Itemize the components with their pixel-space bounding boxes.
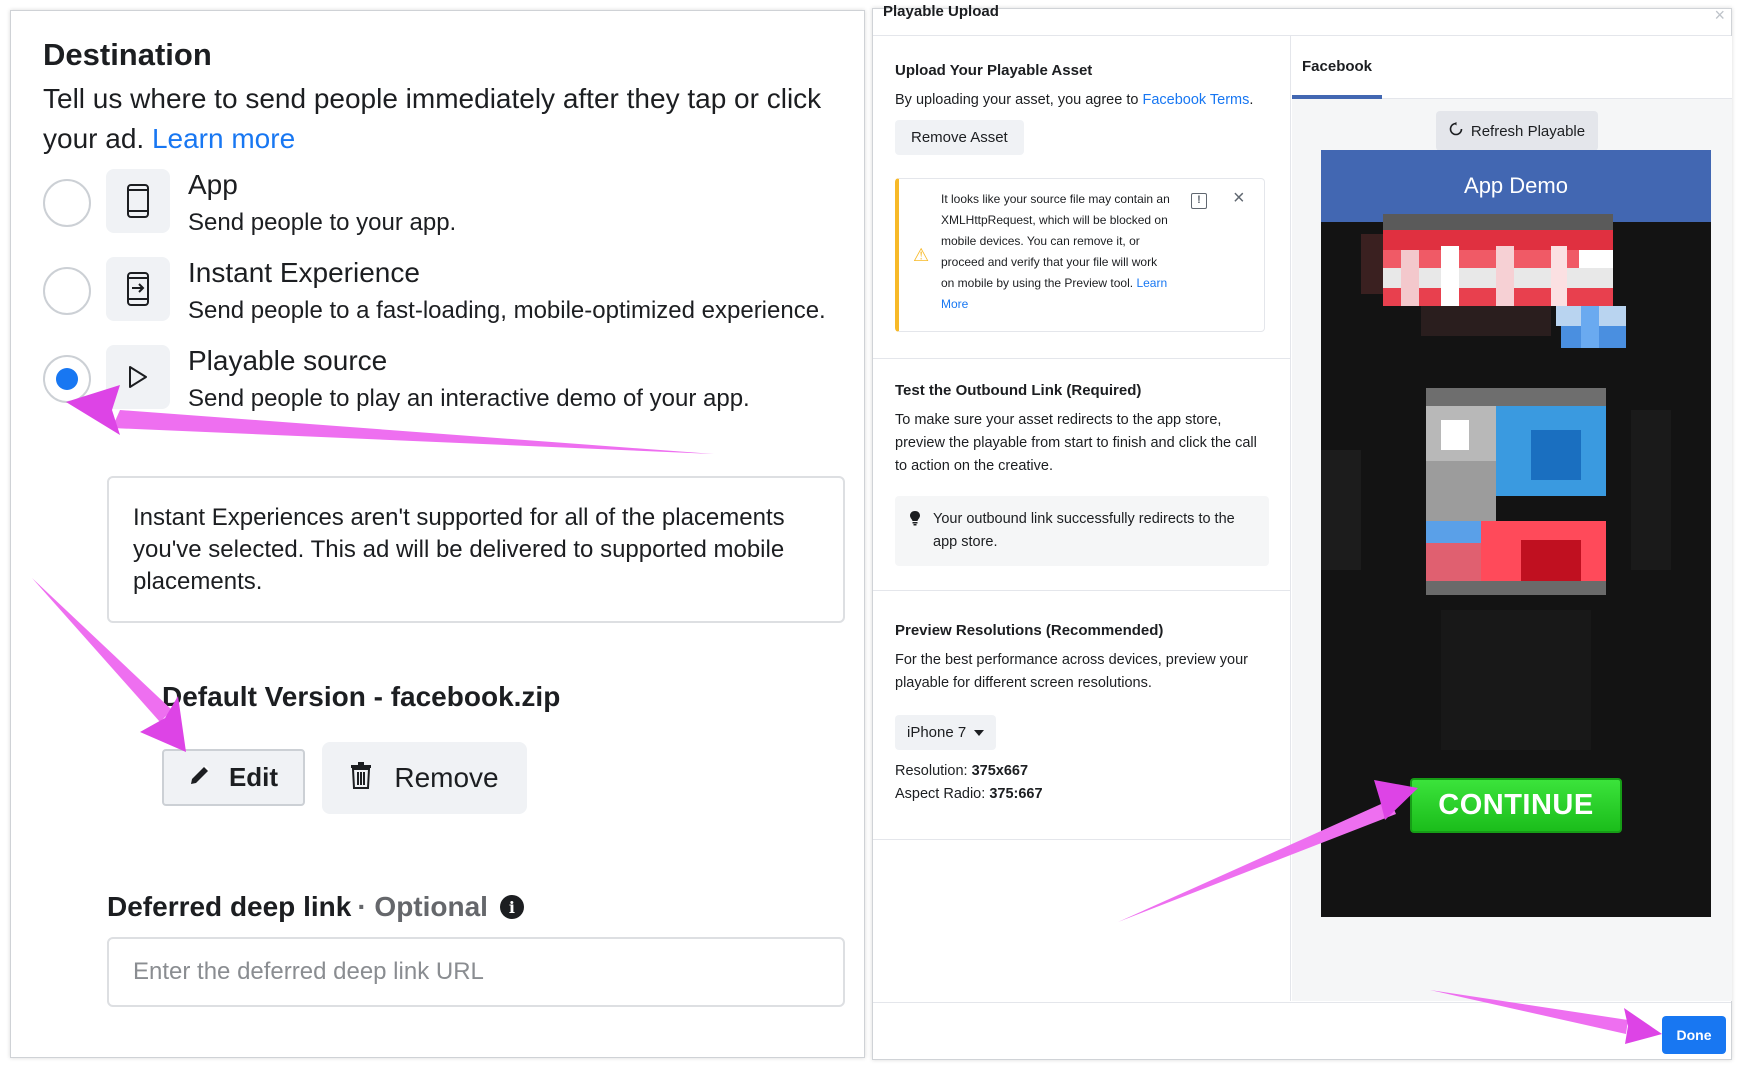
lightbulb-icon (909, 510, 921, 533)
remove-label: Remove (394, 762, 499, 793)
aspect-line: Aspect Radio: 375:667 (895, 783, 1269, 806)
deep-link-label: Deferred deep link (107, 891, 352, 922)
upload-terms-suffix: . (1249, 92, 1254, 108)
caret-down-icon (974, 729, 985, 736)
upload-section: Upload Your Playable Asset By uploading … (895, 62, 1269, 155)
option-subtitle: Send people to play an interactive demo … (188, 385, 750, 412)
pencil-icon (189, 762, 211, 793)
close-icon[interactable]: × (1714, 5, 1725, 26)
facebook-terms-link[interactable]: Facebook Terms (1142, 92, 1249, 108)
default-version-title: Default Version - facebook.zip (162, 681, 561, 712)
continue-button[interactable]: CONTINUE (1410, 778, 1622, 833)
phone-icon (106, 169, 170, 233)
edit-button[interactable]: Edit (162, 749, 305, 806)
edit-label: Edit (228, 762, 279, 792)
instant-experience-icon (106, 257, 170, 321)
radio-app[interactable] (43, 179, 91, 227)
playable-upload-modal: Playable Upload × Upload Your Playable A… (872, 3, 1732, 1060)
deep-link-heading: Deferred deep link · Optional i (107, 891, 524, 923)
playable-preview-frame[interactable]: App Demo CONTINUE (1321, 150, 1711, 917)
close-icon[interactable]: × (1233, 187, 1245, 210)
option-title: Playable source (188, 345, 388, 376)
tab-facebook[interactable]: Facebook (1302, 58, 1372, 75)
learn-more-link[interactable]: Learn more (152, 123, 295, 154)
outbound-success-message: Your outbound link successfully redirect… (895, 496, 1269, 566)
resolutions-text: For the best performance across devices,… (895, 652, 1248, 691)
destination-panel: Destination Tell us where to send people… (10, 10, 865, 1058)
deep-link-optional: · Optional (357, 891, 488, 922)
remove-button[interactable]: Remove (322, 742, 527, 814)
xhr-warning-banner: ⚠ It looks like your source file may con… (895, 178, 1265, 332)
radio-playable-source[interactable] (43, 355, 91, 403)
aspect-value: 375:667 (989, 786, 1043, 802)
device-select-value: iPhone 7 (907, 724, 967, 741)
option-title: Instant Experience (188, 257, 420, 288)
resolution-value: 375x667 (971, 763, 1029, 779)
destination-option-instant-experience[interactable]: Instant Experience Send people to a fast… (43, 257, 843, 337)
refresh-icon (1449, 122, 1463, 140)
refresh-playable-button[interactable]: Refresh Playable (1436, 111, 1598, 151)
destination-description: Tell us where to send people immediately… (43, 79, 843, 159)
divider (873, 358, 1291, 359)
info-icon[interactable]: i (499, 895, 524, 919)
warning-icon: ⚠ (913, 245, 930, 265)
destination-title: Destination (43, 37, 212, 72)
preview-column: Facebook Refresh Playable App Demo CONTI… (1292, 36, 1732, 1001)
resolution-line: Resolution: 375x667 (895, 760, 1269, 783)
done-button[interactable]: Done (1662, 1016, 1726, 1054)
remove-asset-button[interactable]: Remove Asset (895, 120, 1024, 155)
refresh-label: Refresh Playable (1470, 122, 1586, 140)
preview-resolutions-section: Preview Resolutions (Recommended) For th… (895, 622, 1269, 806)
option-title: App (188, 169, 238, 200)
device-select[interactable]: iPhone 7 (895, 715, 997, 750)
warning-text: It looks like your source file may conta… (941, 189, 1171, 315)
active-tab-indicator (1292, 95, 1382, 99)
screenshot-root: Destination Tell us where to send people… (0, 0, 1738, 1068)
preview-tabs: Facebook (1292, 36, 1732, 99)
resolutions-title: Preview Resolutions (Recommended) (895, 622, 1164, 639)
outbound-link-section: Test the Outbound Link (Required) To mak… (895, 382, 1269, 566)
divider (873, 590, 1291, 591)
resolution-label: Resolution: (895, 763, 968, 779)
destination-option-playable-source[interactable]: Playable source Send people to play an i… (43, 345, 843, 425)
upload-terms-text: By uploading your asset, you agree to Fa… (895, 89, 1269, 112)
outbound-title: Test the Outbound Link (Required) (895, 382, 1142, 399)
radio-instant-experience[interactable] (43, 267, 91, 315)
option-subtitle: Send people to your app. (188, 209, 457, 236)
outbound-success-text: Your outbound link successfully redirect… (933, 511, 1235, 550)
outbound-text: To make sure your asset redirects to the… (895, 412, 1257, 474)
trash-icon (350, 761, 372, 796)
divider (873, 1002, 1731, 1003)
deep-link-input[interactable] (107, 937, 845, 1007)
divider (873, 839, 1291, 840)
feedback-icon[interactable]: ! (1191, 193, 1207, 209)
play-icon (106, 345, 170, 409)
option-subtitle: Send people to a fast-loading, mobile-op… (188, 297, 826, 324)
upload-settings-column: Upload Your Playable Asset By uploading … (873, 36, 1291, 1001)
upload-title: Upload Your Playable Asset (895, 62, 1093, 79)
upload-terms-prefix: By uploading your asset, you agree to (895, 92, 1139, 108)
modal-title: Playable Upload (883, 3, 999, 20)
destination-option-app[interactable]: App Send people to your app. (43, 169, 843, 249)
placement-notice: Instant Experiences aren't supported for… (107, 476, 845, 623)
aspect-label: Aspect Radio: (895, 786, 986, 802)
